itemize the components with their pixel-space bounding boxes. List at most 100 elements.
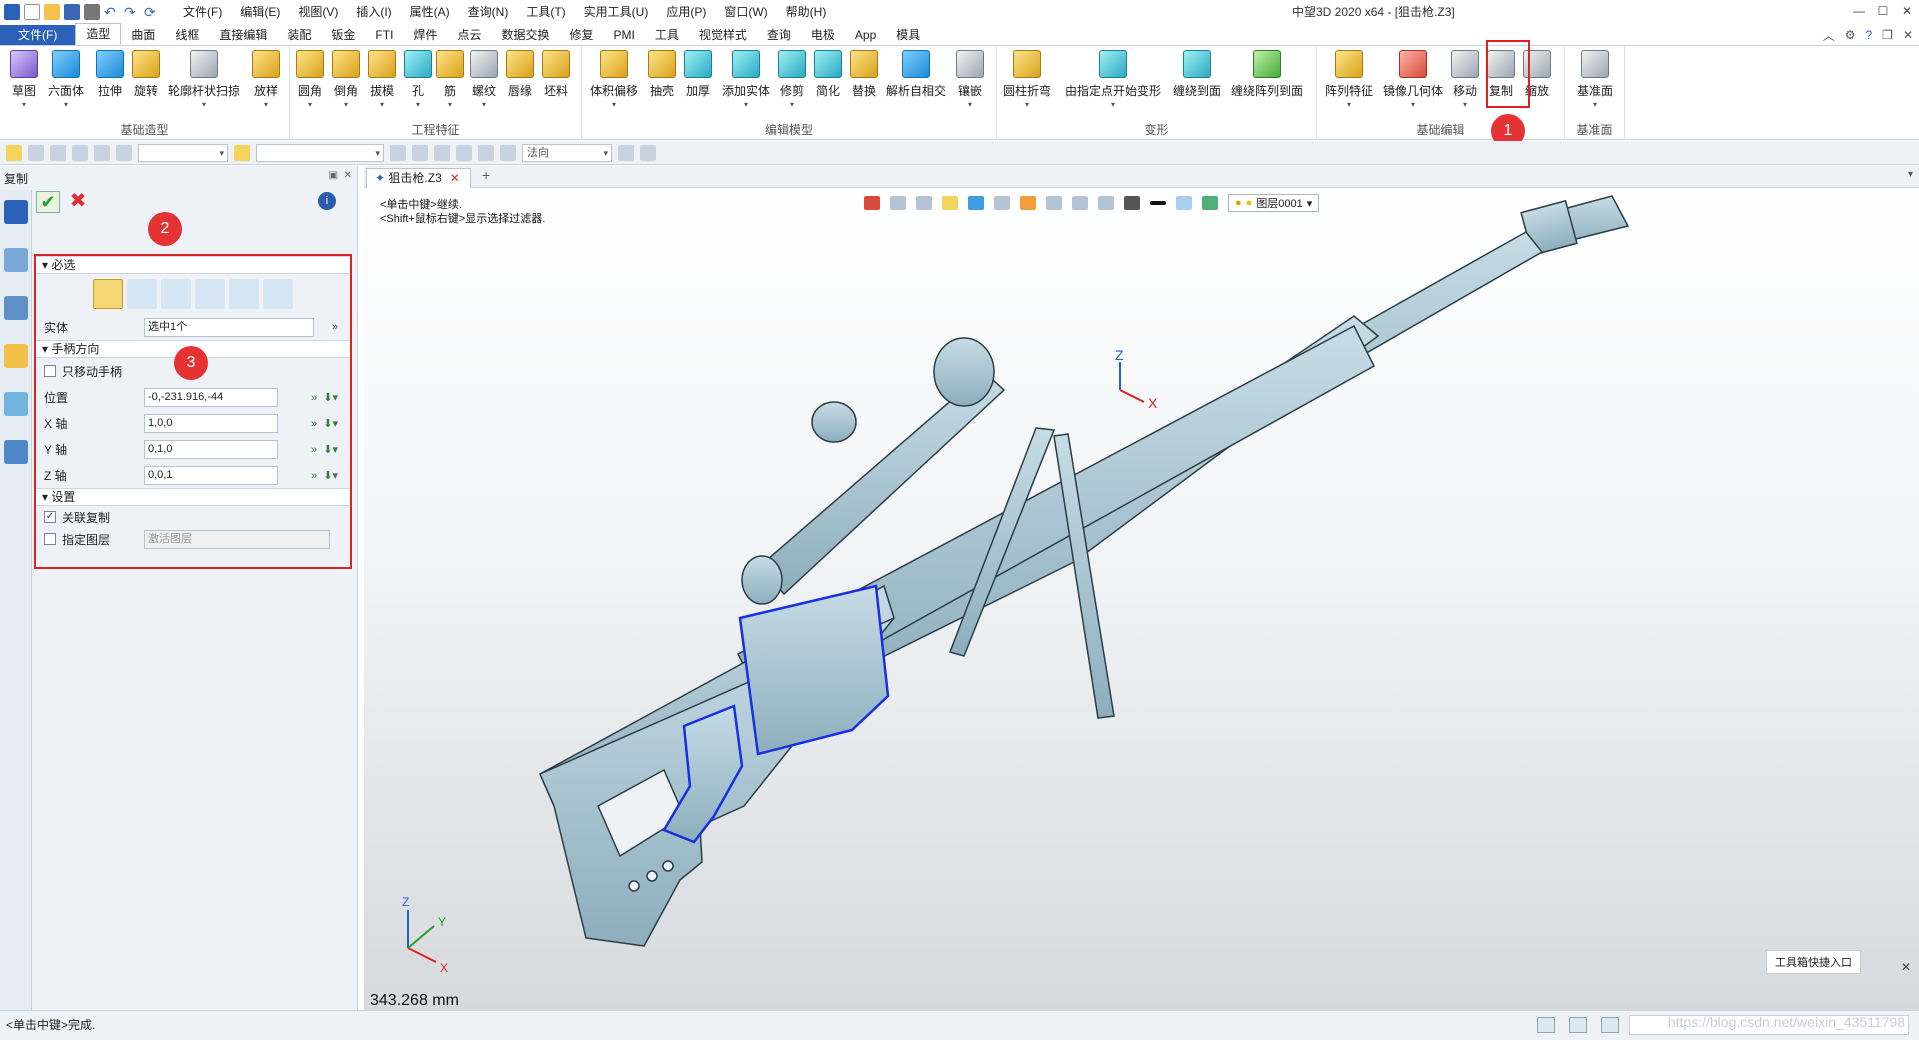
simplify-button[interactable]: 简化 (814, 50, 842, 99)
status-screen-icon[interactable] (1569, 1017, 1587, 1033)
save-icon[interactable] (64, 4, 80, 20)
align-left-icon[interactable] (412, 144, 428, 161)
copy-mode-rotate-icon[interactable] (195, 279, 225, 309)
point-icon[interactable] (72, 144, 88, 161)
info-icon[interactable]: i (318, 192, 336, 210)
deform-by-point-button[interactable]: 由指定点开始变形 ▾ (1065, 50, 1161, 109)
status-window-icon[interactable] (1601, 1017, 1619, 1033)
model-canvas[interactable]: Z X Z X Y (364, 166, 1919, 1010)
tab-surface[interactable]: 曲面 (121, 25, 165, 45)
toolbox-shortcut[interactable]: 工具箱快捷入口 (1766, 950, 1861, 974)
draft-button[interactable]: 拔模 ▾ (368, 50, 396, 109)
z-axis-input[interactable]: 0,0,1 (144, 465, 278, 485)
sniper-rifle-model[interactable] (539, 195, 1630, 947)
pick-combo[interactable] (256, 143, 384, 162)
z-axis-tools[interactable]: » ⬇▾ (311, 469, 338, 482)
help-icon[interactable]: ? (1865, 28, 1872, 42)
rib-button[interactable]: 筋 ▾ (436, 50, 464, 109)
loft-button[interactable]: 放样 ▾ (252, 50, 280, 109)
snap-icon[interactable] (28, 144, 44, 161)
image-icon[interactable] (3, 392, 28, 416)
thicken-button[interactable]: 加厚 (684, 50, 712, 99)
handle-x-axis[interactable] (1119, 389, 1145, 403)
menu-apps[interactable]: 应用(P) (657, 0, 715, 24)
only-move-handle-checkbox[interactable] (44, 365, 56, 377)
shell-button[interactable]: 抽壳 (648, 50, 676, 99)
fillet-button[interactable]: 圆角 ▾ (296, 50, 324, 109)
sketch-button[interactable]: 草图 ▾ (10, 50, 38, 109)
tab-app[interactable]: App (845, 25, 886, 45)
undo-icon[interactable]: ↶ (104, 4, 120, 20)
mirror-geometry-button[interactable]: 镜像几何体 ▾ (1383, 50, 1443, 109)
user-icon[interactable] (3, 440, 28, 464)
pin-icon[interactable] (478, 144, 494, 161)
position-tools[interactable]: » ⬇▾ (311, 391, 338, 404)
x-axis-input[interactable]: 1,0,0 (144, 413, 278, 433)
settings-small-icon[interactable] (640, 144, 656, 161)
extrude-button[interactable]: 拉伸 (96, 50, 124, 99)
settings-icon[interactable]: ⚙ (1845, 28, 1856, 42)
tab-repair[interactable]: 修复 (559, 25, 603, 45)
align-right-icon[interactable] (456, 144, 472, 161)
tab-weldment[interactable]: 焊件 (403, 25, 447, 45)
filter-icon[interactable] (116, 144, 132, 161)
select-icon[interactable] (6, 144, 22, 161)
assoc-copy-checkbox[interactable]: ✓ (44, 511, 56, 523)
tab-fti[interactable]: FTI (365, 25, 403, 45)
tab-point-cloud[interactable]: 点云 (447, 25, 491, 45)
part-tree-icon[interactable] (3, 344, 28, 368)
menu-utilities[interactable]: 实用工具(U) (575, 0, 658, 24)
status-mode-icon[interactable] (1537, 1017, 1555, 1033)
tree-icon[interactable] (3, 296, 28, 320)
tab-direct-edit[interactable]: 直接编辑 (209, 25, 277, 45)
pattern-feature-button[interactable]: 阵列特征 ▾ (1325, 50, 1373, 109)
section-required[interactable]: ▾ 必选 (36, 256, 350, 274)
tab-modeling[interactable]: 造型 (75, 23, 122, 45)
tab-file[interactable]: 文件(F) (0, 25, 76, 45)
replace-button[interactable]: 替换 (850, 50, 878, 99)
y-axis-tools[interactable]: » ⬇▾ (311, 443, 338, 456)
trim-button[interactable]: 修剪 ▾ (778, 50, 806, 109)
position-input[interactable]: -0,-231.916,-44 (144, 387, 278, 407)
chamfer-button[interactable]: 倒角 ▾ (332, 50, 360, 109)
x-axis-tools[interactable]: » ⬇▾ (311, 417, 338, 430)
part-icon[interactable] (234, 144, 250, 161)
restore-icon[interactable]: ❐ (1882, 28, 1893, 42)
menu-attribute[interactable]: 属性(A) (401, 0, 459, 24)
redo-icon[interactable]: ↷ (124, 4, 140, 20)
maximize-icon[interactable]: ☐ (1871, 0, 1895, 22)
expand-icon[interactable]: » (332, 321, 338, 333)
datum-plane-button[interactable]: 基准面 ▾ (1577, 50, 1613, 109)
wrap-pattern-button[interactable]: 缠绕阵列到面 (1231, 50, 1303, 99)
hole-button[interactable]: 孔 ▾ (404, 50, 432, 109)
assoc-copy-row[interactable]: ✓ 关联复制 (36, 506, 350, 528)
tab-mold[interactable]: 模具 (886, 25, 930, 45)
cylinder-bend-button[interactable]: 圆柱折弯 ▾ (1003, 50, 1051, 109)
panel-buttons[interactable]: ▣ ✕ (329, 170, 352, 181)
thread-button[interactable]: 螺纹 ▾ (470, 50, 498, 109)
tab-pmi[interactable]: PMI (603, 25, 644, 45)
minimize-icon[interactable]: — (1847, 0, 1871, 22)
pointer-icon[interactable] (618, 144, 634, 161)
open-icon[interactable] (44, 4, 60, 20)
stock-button[interactable]: 坯料 (542, 50, 570, 99)
revolve-button[interactable]: 旋转 (132, 50, 160, 99)
add-solid-button[interactable]: 添加实体 ▾ (722, 50, 770, 109)
section-settings[interactable]: ▾ 设置 (36, 488, 350, 506)
lip-button[interactable]: 唇缘 (506, 50, 534, 99)
cancel-button[interactable]: ✖ (66, 191, 90, 213)
tab-tools[interactable]: 工具 (645, 25, 689, 45)
tab-assembly[interactable]: 装配 (277, 25, 321, 45)
solid-field[interactable]: 选中1个 (144, 317, 314, 337)
copy-mode-plane-icon[interactable] (263, 279, 293, 309)
copy-mode-point-icon[interactable] (127, 279, 157, 309)
filter-combo[interactable] (138, 143, 228, 162)
wrap-to-face-button[interactable]: 缠绕到面 (1173, 50, 1221, 99)
y-axis-input[interactable]: 0,1,0 (144, 439, 278, 459)
cursor-icon[interactable] (390, 144, 406, 161)
tab-data-exchange[interactable]: 数据交换 (491, 25, 559, 45)
tab-electrode[interactable]: 电极 (801, 25, 845, 45)
tab-sheet-metal[interactable]: 钣金 (321, 25, 365, 45)
new-icon[interactable] (24, 4, 40, 20)
menu-help[interactable]: 帮助(H) (777, 0, 836, 24)
